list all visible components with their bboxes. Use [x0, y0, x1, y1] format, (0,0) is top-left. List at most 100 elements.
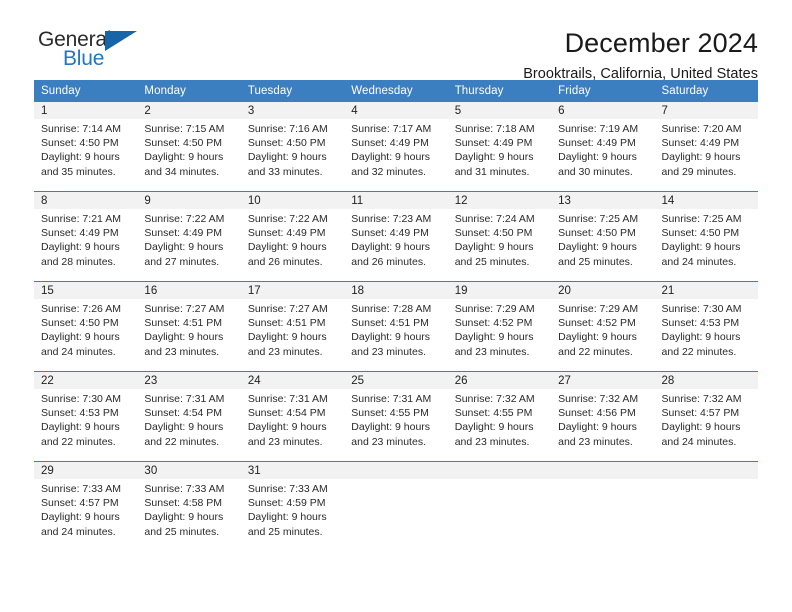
- sunrise-text: Sunrise: 7:24 AM: [454, 213, 535, 225]
- daylight-text-line2: and 25 minutes.: [247, 525, 323, 538]
- sunset-text: Sunset: 4:52 PM: [558, 317, 636, 330]
- calendar-day-cell[interactable]: 23 Sunrise: 7:31 AM Sunset: 4:54 PM Dayligh…: [137, 371, 241, 462]
- sunset-text: Sunset: 4:49 PM: [454, 137, 533, 150]
- day-number: 13: [551, 192, 655, 209]
- page-subtitle: Brooktrails, California, United States: [523, 66, 758, 82]
- calendar-day-cell[interactable]: 25 Sunrise: 7:31 AM Sunset: 4:55 PM Dayligh…: [344, 371, 448, 462]
- day-details: Sunrise: 7:18 AM Sunset: 4:49 PM Daylight:…: [448, 119, 551, 179]
- sunrise-text: Sunrise: 7:27 AM: [247, 303, 328, 315]
- calendar-day-cell[interactable]: 20 Sunrise: 7:29 AM Sunset: 4:52 PM Dayligh…: [551, 281, 655, 372]
- daylight-text-line2: and 32 minutes.: [351, 165, 426, 178]
- day-number: 22: [34, 372, 138, 389]
- daylight-text-line1: Daylight: 9 hours: [247, 421, 327, 434]
- day-details: Sunrise: 7:30 AM Sunset: 4:53 PM Daylight:…: [34, 389, 137, 449]
- day-details: Sunrise: 7:19 AM Sunset: 4:49 PM Daylight:…: [551, 119, 654, 179]
- calendar-day-cell[interactable]: 16 Sunrise: 7:27 AM Sunset: 4:51 PM Dayligh…: [137, 281, 241, 372]
- day-details: Sunrise: 7:28 AM Sunset: 4:51 PM Daylight:…: [344, 299, 447, 359]
- calendar-day-cell[interactable]: 30 Sunrise: 7:33 AM Sunset: 4:58 PM Dayligh…: [137, 461, 241, 551]
- day-number: 11: [344, 192, 448, 209]
- day-number: 25: [344, 372, 448, 389]
- calendar-day-cell[interactable]: 27 Sunrise: 7:32 AM Sunset: 4:56 PM Dayligh…: [551, 371, 655, 462]
- sunrise-text: Sunrise: 7:33 AM: [247, 483, 328, 495]
- sunrise-text: Sunrise: 7:14 AM: [41, 123, 121, 135]
- daylight-text-line1: Daylight: 9 hours: [41, 151, 120, 164]
- calendar-day-cell[interactable]: 4 Sunrise: 7:17 AM Sunset: 4:49 PM Daylight…: [344, 102, 448, 192]
- calendar-day-cell[interactable]: 17 Sunrise: 7:27 AM Sunset: 4:51 PM Dayligh…: [240, 281, 345, 372]
- logo-text-blue: Blue: [63, 47, 105, 70]
- day-details: Sunrise: 7:17 AM Sunset: 4:49 PM Daylight:…: [344, 119, 447, 179]
- daylight-text-line1: Daylight: 9 hours: [661, 331, 741, 344]
- daylight-text-line2: and 29 minutes.: [661, 165, 737, 178]
- day-details: Sunrise: 7:32 AM Sunset: 4:55 PM Daylight:…: [448, 389, 551, 449]
- daylight-text-line2: and 23 minutes.: [558, 435, 633, 448]
- daylight-text-line2: and 24 minutes.: [661, 435, 737, 448]
- calendar-day-cell[interactable]: 1 Sunrise: 7:14 AM Sunset: 4:50 PM Daylight…: [34, 102, 138, 192]
- daylight-text-line1: Daylight: 9 hours: [454, 151, 534, 164]
- calendar-week-row: 15 Sunrise: 7:26 AM Sunset: 4:50 PM Dayligh…: [34, 281, 758, 372]
- day-number: 8: [34, 192, 138, 209]
- title-block: December 2024 Brooktrails, California, U…: [523, 28, 758, 84]
- general-blue-logo[interactable]: General Blue: [34, 28, 194, 80]
- day-number: 21: [654, 282, 758, 299]
- calendar-day-cell[interactable]: 28 Sunrise: 7:32 AM Sunset: 4:57 PM Dayligh…: [654, 371, 758, 462]
- calendar-day-cell[interactable]: 29 Sunrise: 7:33 AM Sunset: 4:57 PM Dayligh…: [34, 461, 138, 551]
- day-details: Sunrise: 7:27 AM Sunset: 4:51 PM Daylight:…: [241, 299, 344, 359]
- sunset-text: Sunset: 4:58 PM: [144, 497, 223, 510]
- sunrise-sunset-calendar: Sunday Monday Tuesday Wednesday Thursday…: [34, 80, 758, 551]
- day-details: Sunrise: 7:30 AM Sunset: 4:53 PM Daylight:…: [655, 299, 758, 359]
- calendar-day-cell[interactable]: 10 Sunrise: 7:22 AM Sunset: 4:49 PM Dayligh…: [240, 191, 345, 282]
- daylight-text-line2: and 24 minutes.: [41, 525, 116, 538]
- page-header: General Blue December 2024 Brooktrails, …: [34, 0, 758, 82]
- daylight-text-line1: Daylight: 9 hours: [144, 511, 224, 524]
- calendar-day-cell[interactable]: 9 Sunrise: 7:22 AM Sunset: 4:49 PM Daylight…: [137, 191, 241, 282]
- daylight-text-line1: Daylight: 9 hours: [454, 421, 534, 434]
- day-number: 3: [240, 102, 345, 119]
- sunrise-text: Sunrise: 7:22 AM: [247, 213, 328, 225]
- daylight-text-line2: and 23 minutes.: [247, 435, 323, 448]
- daylight-text-line1: Daylight: 9 hours: [661, 151, 741, 164]
- calendar-day-cell[interactable]: 14 Sunrise: 7:25 AM Sunset: 4:50 PM Dayligh…: [654, 191, 758, 282]
- calendar-day-cell[interactable]: 24 Sunrise: 7:31 AM Sunset: 4:54 PM Dayligh…: [240, 371, 345, 462]
- sunrise-text: Sunrise: 7:29 AM: [454, 303, 535, 315]
- calendar-day-cell[interactable]: 31 Sunrise: 7:33 AM Sunset: 4:59 PM Dayligh…: [240, 461, 345, 551]
- sunrise-text: Sunrise: 7:31 AM: [247, 393, 328, 405]
- calendar-day-cell-empty: [344, 461, 448, 551]
- calendar-day-cell[interactable]: 13 Sunrise: 7:25 AM Sunset: 4:50 PM Dayligh…: [551, 191, 655, 282]
- day-number: 23: [137, 372, 241, 389]
- sunrise-text: Sunrise: 7:20 AM: [661, 123, 742, 135]
- daylight-text-line2: and 22 minutes.: [558, 345, 633, 358]
- calendar-day-cell[interactable]: 3 Sunrise: 7:16 AM Sunset: 4:50 PM Daylight…: [240, 102, 345, 192]
- daylight-text-line1: Daylight: 9 hours: [144, 151, 224, 164]
- calendar-day-cell[interactable]: 7 Sunrise: 7:20 AM Sunset: 4:49 PM Daylight…: [654, 102, 758, 192]
- calendar-day-cell[interactable]: 6 Sunrise: 7:19 AM Sunset: 4:49 PM Daylight…: [551, 102, 655, 192]
- sunset-text: Sunset: 4:56 PM: [558, 407, 636, 420]
- daylight-text-line2: and 26 minutes.: [351, 255, 426, 268]
- sunrise-text: Sunrise: 7:17 AM: [351, 123, 432, 135]
- calendar-day-cell[interactable]: 19 Sunrise: 7:29 AM Sunset: 4:52 PM Dayligh…: [447, 281, 552, 372]
- logo-triangle-icon: [105, 31, 137, 51]
- calendar-day-cell[interactable]: 18 Sunrise: 7:28 AM Sunset: 4:51 PM Dayligh…: [344, 281, 448, 372]
- calendar-day-cell[interactable]: 22 Sunrise: 7:30 AM Sunset: 4:53 PM Dayligh…: [34, 371, 138, 462]
- daylight-text-line1: Daylight: 9 hours: [351, 241, 431, 254]
- weekday-header-monday: Monday: [137, 80, 241, 102]
- calendar-day-cell[interactable]: 8 Sunrise: 7:21 AM Sunset: 4:49 PM Daylight…: [34, 191, 138, 282]
- day-number: 7: [654, 102, 758, 119]
- day-details: Sunrise: 7:33 AM Sunset: 4:58 PM Daylight:…: [137, 479, 240, 539]
- daylight-text-line2: and 24 minutes.: [661, 255, 737, 268]
- calendar-day-cell[interactable]: 5 Sunrise: 7:18 AM Sunset: 4:49 PM Daylight…: [447, 102, 552, 192]
- daylight-text-line2: and 23 minutes.: [454, 345, 530, 358]
- day-details: Sunrise: 7:31 AM Sunset: 4:54 PM Daylight:…: [137, 389, 240, 449]
- sunset-text: Sunset: 4:49 PM: [144, 227, 223, 240]
- sunset-text: Sunset: 4:52 PM: [454, 317, 533, 330]
- sunset-text: Sunset: 4:50 PM: [144, 137, 223, 150]
- daylight-text-line2: and 24 minutes.: [41, 345, 116, 358]
- calendar-day-cell[interactable]: 12 Sunrise: 7:24 AM Sunset: 4:50 PM Dayligh…: [447, 191, 552, 282]
- calendar-day-cell[interactable]: 26 Sunrise: 7:32 AM Sunset: 4:55 PM Dayligh…: [447, 371, 552, 462]
- calendar-day-cell[interactable]: 15 Sunrise: 7:26 AM Sunset: 4:50 PM Dayligh…: [34, 281, 138, 372]
- daylight-text-line1: Daylight: 9 hours: [247, 241, 327, 254]
- calendar-day-cell[interactable]: 11 Sunrise: 7:23 AM Sunset: 4:49 PM Dayligh…: [344, 191, 448, 282]
- calendar-day-cell[interactable]: 21 Sunrise: 7:30 AM Sunset: 4:53 PM Dayligh…: [654, 281, 758, 372]
- calendar-day-cell[interactable]: 2 Sunrise: 7:15 AM Sunset: 4:50 PM Daylight…: [137, 102, 241, 192]
- daylight-text-line1: Daylight: 9 hours: [351, 421, 431, 434]
- day-details: Sunrise: 7:31 AM Sunset: 4:55 PM Daylight:…: [344, 389, 447, 449]
